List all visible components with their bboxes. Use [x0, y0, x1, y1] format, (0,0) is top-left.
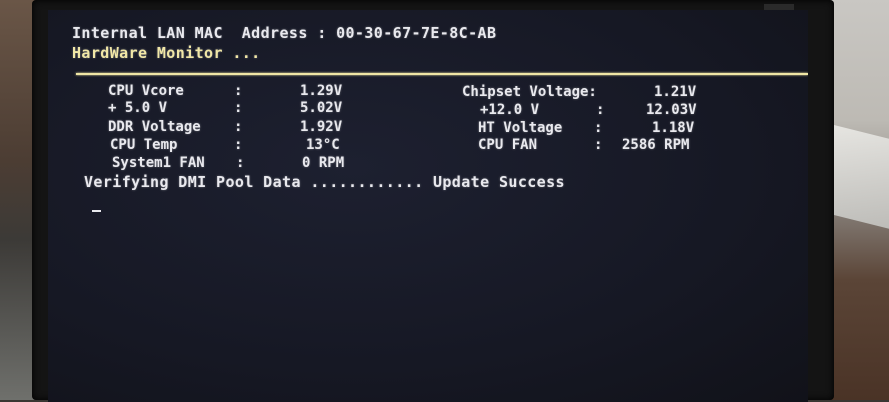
monitor-colon: :	[234, 119, 243, 135]
monitor-label-cpu-temp: CPU Temp	[110, 137, 178, 153]
mac-address-line: Internal LAN MAC Address : 00-30-67-7E-8…	[72, 24, 496, 42]
monitor-value-12v: 12.03V	[646, 102, 697, 118]
bios-screen: Internal LAN MAC Address : 00-30-67-7E-8…	[48, 10, 808, 402]
mac-value: 00-30-67-7E-8C-AB	[336, 24, 497, 42]
monitor-value-chipset-voltage: 1.21V	[654, 84, 697, 100]
monitor-value-ht-voltage: 1.18V	[652, 120, 695, 136]
monitor-label-5v: + 5.0 V	[108, 100, 168, 116]
monitor-colon: :	[594, 120, 603, 136]
monitor-label-ddr-voltage: DDR Voltage	[108, 119, 201, 135]
monitor-value-cpu-temp: 13°C	[306, 137, 340, 153]
monitor-value-cpu-fan: 2586 RPM	[622, 137, 690, 153]
hardware-monitor-title: HardWare Monitor ...	[72, 44, 261, 62]
monitor-colon: :	[234, 137, 243, 153]
monitor-label-ht-voltage: HT Voltage	[478, 120, 563, 136]
monitor-value-ddr-voltage: 1.92V	[300, 119, 343, 135]
monitor-colon: :	[594, 137, 603, 153]
monitor-value-system1-fan: 0 RPM	[302, 155, 345, 171]
monitor-label-cpu-vcore: CPU Vcore	[108, 83, 184, 99]
mac-label: Internal LAN MAC Address :	[72, 24, 337, 42]
dmi-status-line: Verifying DMI Pool Data ............ Upd…	[84, 173, 565, 191]
monitor-colon: :	[596, 102, 605, 118]
section-separator	[76, 73, 808, 75]
monitor-label-system1-fan: System1 FAN	[112, 155, 205, 171]
monitor-label-cpu-fan: CPU FAN	[478, 137, 538, 153]
text-cursor	[92, 210, 101, 212]
monitor-colon: :	[236, 155, 245, 171]
monitor-label-chipset-voltage: Chipset Voltage:	[462, 84, 597, 100]
monitor-colon: :	[234, 100, 243, 116]
monitor-label-12v: +12.0 V	[480, 102, 540, 118]
monitor-colon: :	[234, 83, 243, 99]
monitor-value-5v: 5.02V	[300, 100, 343, 116]
monitor-value-cpu-vcore: 1.29V	[300, 83, 343, 99]
